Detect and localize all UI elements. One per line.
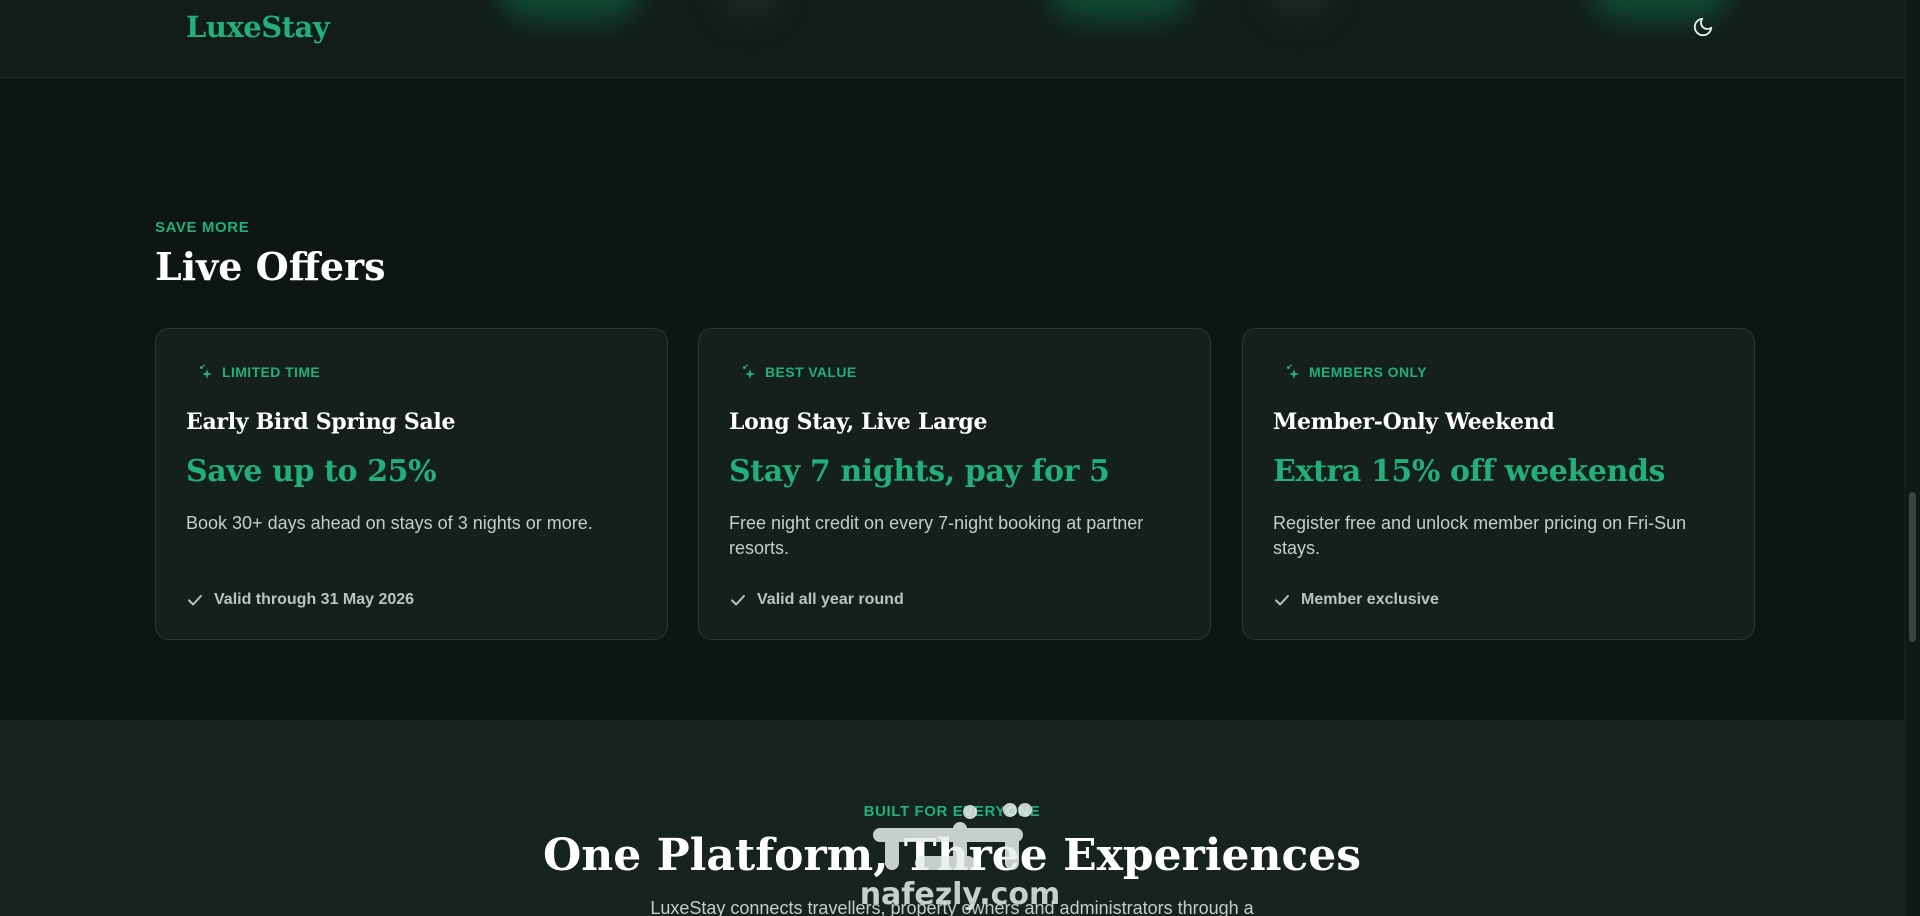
blurred-nav-item	[1050, 0, 1190, 20]
offer-description: Register free and unlock member pricing …	[1273, 513, 1687, 558]
check-icon	[731, 594, 745, 606]
brand-logo[interactable]: LuxeStay	[186, 10, 330, 44]
platform-section: BUILT FOR EVERYONE One Platform, Three E…	[0, 720, 1904, 916]
offer-validity: Valid all year round	[729, 591, 904, 609]
blurred-nav-item	[500, 0, 640, 20]
offer-badge: BEST VALUE	[741, 364, 857, 380]
platform-subtitle: LuxeStay connects travellers, property o…	[650, 898, 1254, 916]
theme-toggle-button[interactable]	[1690, 14, 1716, 40]
offer-validity-label: Valid through 31 May 2026	[214, 591, 415, 608]
sparkles-icon	[200, 364, 212, 379]
offer-card[interactable]: LIMITED TIME Early Bird Spring Sale Save…	[155, 328, 668, 640]
offer-validity: Valid through 31 May 2026	[186, 591, 414, 609]
offer-headline: Extra 15% off weekends	[1273, 454, 1666, 489]
offer-title: Early Bird Spring Sale	[186, 409, 456, 435]
offer-badge: LIMITED TIME	[198, 364, 320, 380]
top-navigation-bar: LuxeStay	[0, 0, 1904, 78]
offer-validity-label: Member exclusive	[1301, 591, 1439, 608]
platform-eyebrow: BUILT FOR EVERYONE	[863, 803, 1041, 820]
offer-card[interactable]: BEST VALUE Long Stay, Live Large Stay 7 …	[698, 328, 1211, 640]
sparkles-icon	[743, 364, 755, 379]
scrollbar-track[interactable]	[1904, 0, 1920, 916]
offer-badge: MEMBERS ONLY	[1285, 364, 1427, 380]
offer-validity: Member exclusive	[1273, 591, 1439, 609]
offer-validity-label: Valid all year round	[757, 591, 904, 608]
blurred-nav-item	[1270, 0, 1330, 20]
check-icon	[188, 594, 202, 606]
sparkles-icon	[1287, 364, 1299, 379]
offer-headline: Stay 7 nights, pay for 5	[729, 454, 1110, 489]
offer-headline: Save up to 25%	[186, 454, 437, 489]
offer-description: Book 30+ days ahead on stays of 3 nights…	[186, 513, 593, 533]
offer-badge-label: MEMBERS ONLY	[1309, 364, 1427, 380]
offer-card[interactable]: MEMBERS ONLY Member-Only Weekend Extra 1…	[1242, 328, 1755, 640]
offer-badge-label: BEST VALUE	[765, 364, 857, 380]
check-icon	[1275, 594, 1289, 606]
offer-title: Long Stay, Live Large	[729, 409, 988, 435]
offer-description: Free night credit on every 7-night booki…	[729, 513, 1144, 558]
offer-title: Member-Only Weekend	[1273, 409, 1555, 435]
platform-title: One Platform, Three Experiences	[542, 830, 1362, 881]
offer-badge-label: LIMITED TIME	[222, 364, 321, 380]
blurred-nav-item	[720, 0, 780, 20]
offers-title: Live Offers	[155, 244, 386, 289]
moon-icon	[1693, 17, 1713, 37]
scrollbar-thumb[interactable]	[1909, 492, 1916, 642]
offers-eyebrow: SAVE MORE	[155, 219, 250, 236]
